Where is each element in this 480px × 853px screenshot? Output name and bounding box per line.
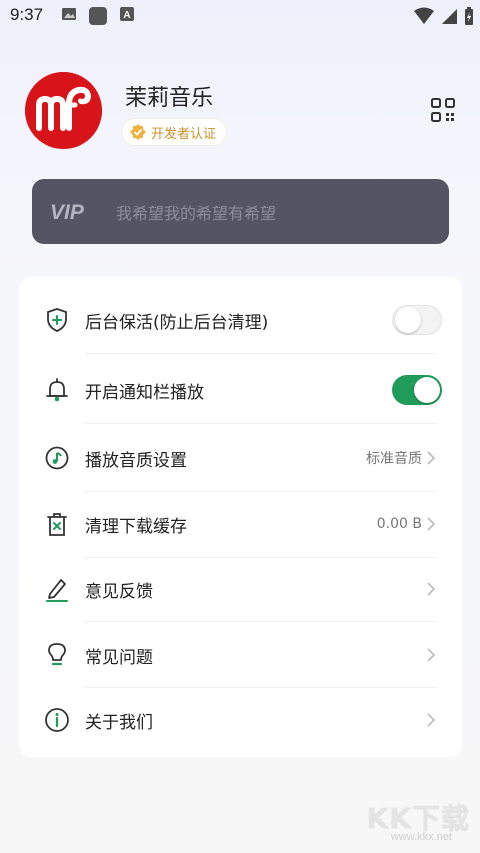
notification-playback-toggle[interactable] (392, 375, 442, 405)
setting-feedback[interactable]: 意见反馈 (19, 556, 462, 622)
setting-label: 后台保活(防止后台清理) (85, 312, 269, 333)
cache-size-value: 0.00 B (376, 516, 422, 532)
chevron-right-icon (427, 713, 436, 727)
shield-plus-icon (47, 308, 67, 332)
setting-label: 意见反馈 (85, 581, 153, 602)
setting-notification-playback[interactable]: 开启通知栏播放 (19, 357, 462, 423)
profile-header: 茉莉音乐 开发者认证 (25, 72, 455, 152)
app-name: 茉莉音乐 (125, 86, 214, 111)
qr-code-icon[interactable] (431, 98, 455, 122)
chevron-right-icon (427, 517, 436, 531)
font-notification-icon: A (120, 7, 134, 21)
chevron-right-icon (427, 582, 436, 596)
setting-clear-cache[interactable]: 清理下载缓存 0.00 B (19, 491, 462, 557)
settings-list: 后台保活(防止后台清理) 开启通知栏播放 播放音质设置 标准音质 清理下载缓存 … (19, 277, 462, 757)
trash-icon (47, 513, 67, 536)
lightbulb-icon (48, 643, 66, 666)
gallery-icon (62, 8, 76, 20)
chevron-right-icon (427, 648, 436, 662)
developer-badge[interactable]: 开发者认证 (122, 119, 227, 145)
audio-quality-value: 标准音质 (366, 451, 422, 467)
setting-about-us[interactable]: 关于我们 (19, 687, 462, 753)
svg-text:A: A (123, 10, 130, 21)
watermark-url: www.kkx.net (390, 831, 452, 843)
bell-icon (46, 378, 68, 402)
setting-label: 开启通知栏播放 (85, 382, 204, 403)
vip-slogan: 我希望我的希望有希望 (116, 203, 277, 223)
verified-icon (130, 124, 146, 140)
vip-logo-icon: VIP (50, 201, 85, 224)
wifi-icon (414, 7, 434, 24)
developer-badge-label: 开发者认证 (151, 126, 217, 142)
setting-audio-quality[interactable]: 播放音质设置 标准音质 (19, 425, 462, 491)
svg-text:VIP: VIP (50, 201, 85, 224)
setting-faq[interactable]: 常见问题 (19, 622, 462, 688)
music-note-icon (45, 446, 69, 470)
setting-label: 播放音质设置 (85, 450, 187, 471)
status-bar: 9:37 A (0, 0, 480, 34)
info-icon (45, 708, 69, 732)
watermark: KK下载 www.kkx.net (352, 797, 474, 849)
setting-label: 清理下载缓存 (85, 516, 187, 537)
app-notification-icon (89, 7, 107, 25)
cell-signal-icon (442, 9, 457, 24)
battery-icon (465, 7, 473, 25)
status-time: 9:37 (10, 5, 44, 24)
setting-label: 关于我们 (85, 712, 153, 733)
divider (85, 353, 436, 354)
setting-background-keepalive[interactable]: 后台保活(防止后台清理) (19, 287, 462, 353)
setting-label: 常见问题 (85, 647, 153, 668)
vip-banner[interactable]: VIP 我希望我的希望有希望 (32, 179, 449, 244)
keepalive-toggle[interactable] (392, 305, 442, 335)
divider (85, 423, 436, 424)
pencil-icon (46, 579, 68, 602)
chevron-right-icon (427, 451, 436, 465)
app-logo-avatar (25, 72, 102, 149)
